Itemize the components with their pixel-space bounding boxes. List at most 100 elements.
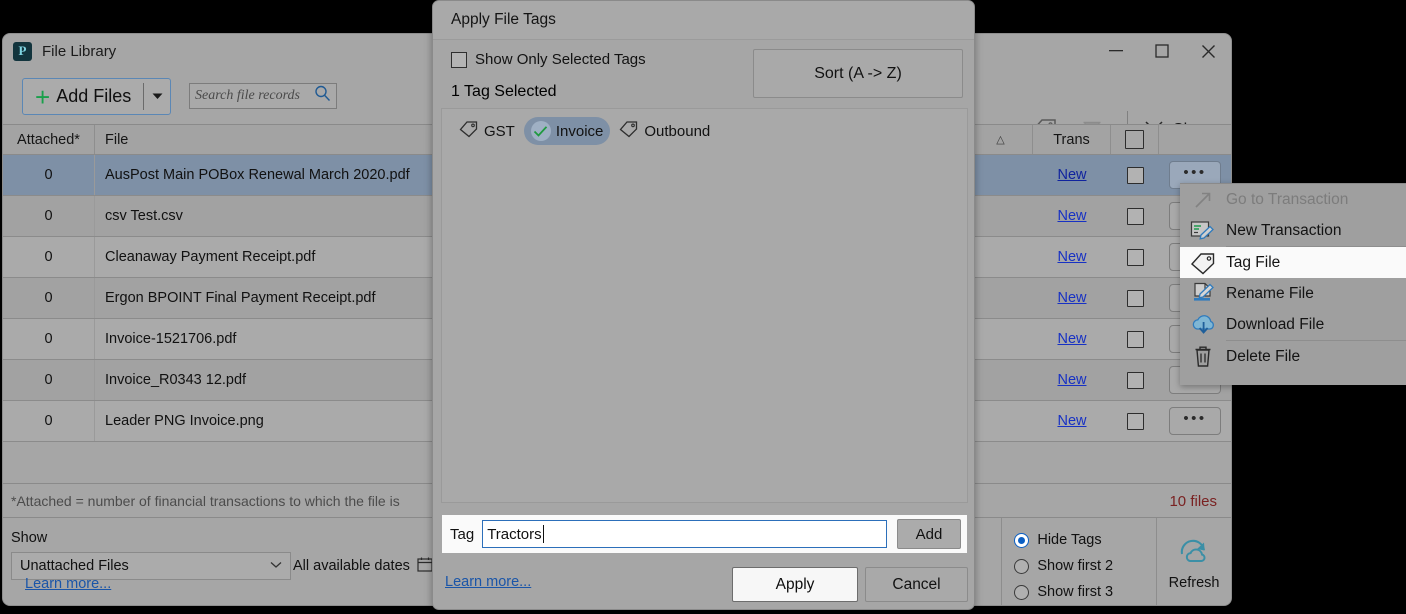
calendar-icon[interactable] — [417, 556, 433, 576]
menu-item-new-transaction[interactable]: New Transaction — [1180, 215, 1406, 246]
cell-attached: 0 — [3, 155, 95, 195]
close-icon[interactable] — [1185, 34, 1231, 68]
column-header-trans[interactable]: Trans — [1033, 125, 1111, 154]
tag-label: Invoice — [555, 122, 604, 140]
search-input[interactable]: Search file records — [189, 83, 337, 109]
download-cloud-icon — [1180, 312, 1226, 337]
row-checkbox[interactable] — [1126, 330, 1144, 348]
cell-actions[interactable]: ••• — [1159, 401, 1231, 441]
menu-item-tag-file[interactable]: Tag File — [1180, 247, 1406, 278]
menu-item-rename-file[interactable]: Rename File — [1180, 278, 1406, 309]
tag-list[interactable]: GST Invoice Outbound — [441, 108, 968, 503]
new-transaction-link[interactable]: New — [1057, 290, 1086, 306]
cell-select[interactable] — [1111, 196, 1159, 236]
cell-select[interactable] — [1111, 360, 1159, 400]
tag-field-label: Tag — [450, 525, 475, 543]
row-checkbox[interactable] — [1126, 248, 1144, 266]
new-transaction-link[interactable]: New — [1057, 413, 1086, 429]
menu-item-label: Download File — [1226, 315, 1325, 333]
tag-name-value: Tractors — [487, 525, 542, 543]
menu-item-delete-file[interactable]: Delete File — [1180, 341, 1406, 372]
new-transaction-icon — [1180, 219, 1226, 243]
maximize-icon[interactable] — [1139, 34, 1185, 68]
tag-display-option-2[interactable]: Show first 3 — [1014, 579, 1156, 605]
new-transaction-link[interactable]: New — [1057, 331, 1086, 347]
cell-select[interactable] — [1111, 278, 1159, 318]
column-header-select-all[interactable] — [1111, 125, 1159, 154]
date-filter[interactable]: All available dates — [293, 552, 433, 580]
tag-chip-gst[interactable]: GST — [452, 117, 522, 145]
tag-name-input[interactable]: Tractors — [482, 520, 887, 548]
selected-tag-count: 1 Tag Selected — [451, 83, 557, 100]
cell-trans: New — [1033, 319, 1111, 359]
row-checkbox[interactable] — [1126, 207, 1144, 225]
cell-trans: New — [1033, 401, 1111, 441]
refresh-button[interactable]: Refresh — [1156, 518, 1231, 605]
search-placeholder: Search file records — [195, 88, 300, 103]
chevron-down-icon[interactable] — [270, 561, 282, 572]
new-transaction-link[interactable]: New — [1057, 167, 1086, 183]
plus-icon: + — [35, 81, 51, 112]
select-all-checkbox[interactable] — [1125, 130, 1144, 149]
column-header-actions — [1159, 125, 1231, 154]
add-files-button[interactable]: + Add Files — [22, 78, 172, 115]
menu-item-label: New Transaction — [1226, 221, 1342, 239]
apply-file-tags-dialog: Apply File Tags Show Only Selected Tags … — [432, 0, 975, 610]
apply-button[interactable]: Apply — [732, 567, 858, 602]
chevron-down-icon[interactable] — [144, 93, 170, 100]
cell-select[interactable] — [1111, 237, 1159, 277]
cell-select[interactable] — [1111, 155, 1159, 195]
dialog-title: Apply File Tags — [433, 1, 974, 40]
new-transaction-link[interactable]: New — [1057, 208, 1086, 224]
cell-spacer — [969, 401, 1033, 441]
radio-button[interactable] — [1014, 532, 1030, 548]
menu-item-label: Go to Transaction — [1226, 190, 1349, 208]
column-header-sort-marker[interactable]: △ — [969, 125, 1033, 154]
checkbox-box[interactable] — [451, 51, 467, 68]
tag-display-option-0[interactable]: Hide Tags — [1014, 527, 1156, 553]
cancel-button[interactable]: Cancel — [865, 567, 968, 602]
radio-label: Hide Tags — [1037, 532, 1102, 548]
cell-spacer — [969, 155, 1033, 195]
tag-display-radio-group: Hide Tags Show first 2 Show first 3 — [1001, 518, 1156, 605]
refresh-cloud-icon — [1174, 534, 1214, 573]
cell-select[interactable] — [1111, 401, 1159, 441]
radio-label: Show first 3 — [1037, 584, 1114, 600]
tag-chip-outbound[interactable]: Outbound — [612, 117, 717, 145]
dialog-learn-more-link[interactable]: Learn more... — [445, 574, 531, 590]
cell-attached: 0 — [3, 319, 95, 359]
menu-item-download-file[interactable]: Download File — [1180, 309, 1406, 340]
cell-select[interactable] — [1111, 319, 1159, 359]
cell-attached: 0 — [3, 237, 95, 277]
window-controls — [1093, 34, 1231, 68]
radio-button[interactable] — [1014, 584, 1030, 600]
new-transaction-link[interactable]: New — [1057, 372, 1086, 388]
trash-icon — [1180, 344, 1226, 369]
text-caret — [542, 525, 544, 543]
cell-trans: New — [1033, 155, 1111, 195]
rename-file-icon — [1180, 281, 1226, 306]
new-transaction-link[interactable]: New — [1057, 249, 1086, 265]
row-checkbox[interactable] — [1126, 371, 1144, 389]
tag-outline-icon — [459, 120, 479, 142]
learn-more-link[interactable]: Learn more... — [25, 576, 111, 592]
file-context-menu: Go to Transaction New Transaction Tag File… — [1180, 183, 1406, 385]
show-only-selected-tags-checkbox[interactable]: Show Only Selected Tags — [451, 51, 646, 68]
row-checkbox[interactable] — [1126, 166, 1144, 184]
column-header-attached[interactable]: Attached* — [3, 125, 95, 154]
tag-label: GST — [484, 122, 515, 140]
add-tag-button[interactable]: Add — [897, 519, 961, 549]
show-only-selected-tags-label: Show Only Selected Tags — [475, 51, 646, 68]
add-files-label: Add Files — [56, 86, 132, 106]
sort-button[interactable]: Sort (A -> Z) — [753, 49, 963, 98]
search-icon[interactable] — [314, 85, 331, 107]
radio-button[interactable] — [1014, 558, 1030, 574]
tag-display-option-1[interactable]: Show first 2 — [1014, 553, 1156, 579]
row-actions-button[interactable]: ••• — [1169, 407, 1221, 435]
minimize-icon[interactable] — [1093, 34, 1139, 68]
cell-trans: New — [1033, 237, 1111, 277]
radio-label: Show first 2 — [1037, 558, 1114, 574]
tag-chip-invoice[interactable]: Invoice — [523, 117, 611, 145]
row-checkbox[interactable] — [1126, 289, 1144, 307]
row-checkbox[interactable] — [1126, 412, 1144, 430]
